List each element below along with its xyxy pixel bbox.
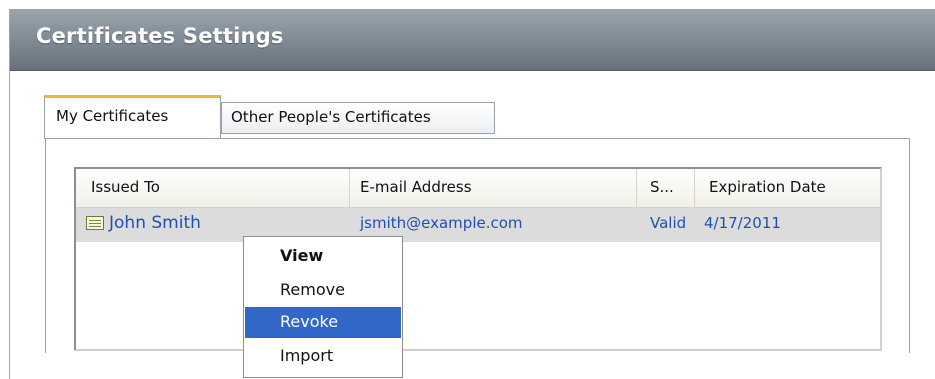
menu-item-revoke-label: Revoke	[280, 312, 339, 331]
tab-my-certificates[interactable]: My Certificates	[44, 95, 221, 139]
menu-item-remove-label: Remove	[280, 280, 345, 299]
menu-item-revoke[interactable]: Revoke	[245, 307, 401, 338]
menu-item-import-label: Import	[280, 346, 334, 365]
context-menu: View Remove Revoke Import	[243, 236, 403, 378]
column-header-status-label: S...	[650, 178, 674, 196]
panel-header: Certificates Settings	[10, 10, 935, 71]
column-header-expiration[interactable]: Expiration Date	[695, 169, 880, 207]
column-header-email-label: E-mail Address	[360, 178, 472, 196]
menu-item-remove[interactable]: Remove	[245, 275, 401, 306]
list-header: Issued To E-mail Address S... Expiration…	[76, 169, 880, 208]
tab-other-peoples-certificates[interactable]: Other People's Certificates	[221, 102, 495, 134]
certificate-icon	[86, 216, 104, 230]
cell-expiration: 4/17/2011	[704, 214, 781, 232]
menu-item-view[interactable]: View	[245, 241, 401, 272]
menu-item-import[interactable]: Import	[245, 341, 401, 372]
tab-my-certificates-label: My Certificates	[56, 107, 169, 125]
column-header-email[interactable]: E-mail Address	[350, 169, 637, 207]
column-header-status[interactable]: S...	[637, 169, 695, 207]
table-row[interactable]: John Smith jsmith@example.com Valid 4/17…	[76, 208, 880, 242]
tab-other-peoples-certificates-label: Other People's Certificates	[231, 108, 431, 126]
cell-email: jsmith@example.com	[360, 214, 523, 232]
column-header-issued-to[interactable]: Issued To	[76, 169, 350, 207]
column-header-expiration-label: Expiration Date	[709, 178, 826, 196]
column-header-issued-to-label: Issued To	[91, 178, 160, 196]
panel-title: Certificates Settings	[36, 24, 284, 48]
cell-status: Valid	[650, 214, 687, 232]
certificates-list[interactable]: Issued To E-mail Address S... Expiration…	[74, 167, 882, 351]
menu-item-view-label: View	[280, 246, 324, 265]
cell-issued-to: John Smith	[109, 213, 201, 233]
